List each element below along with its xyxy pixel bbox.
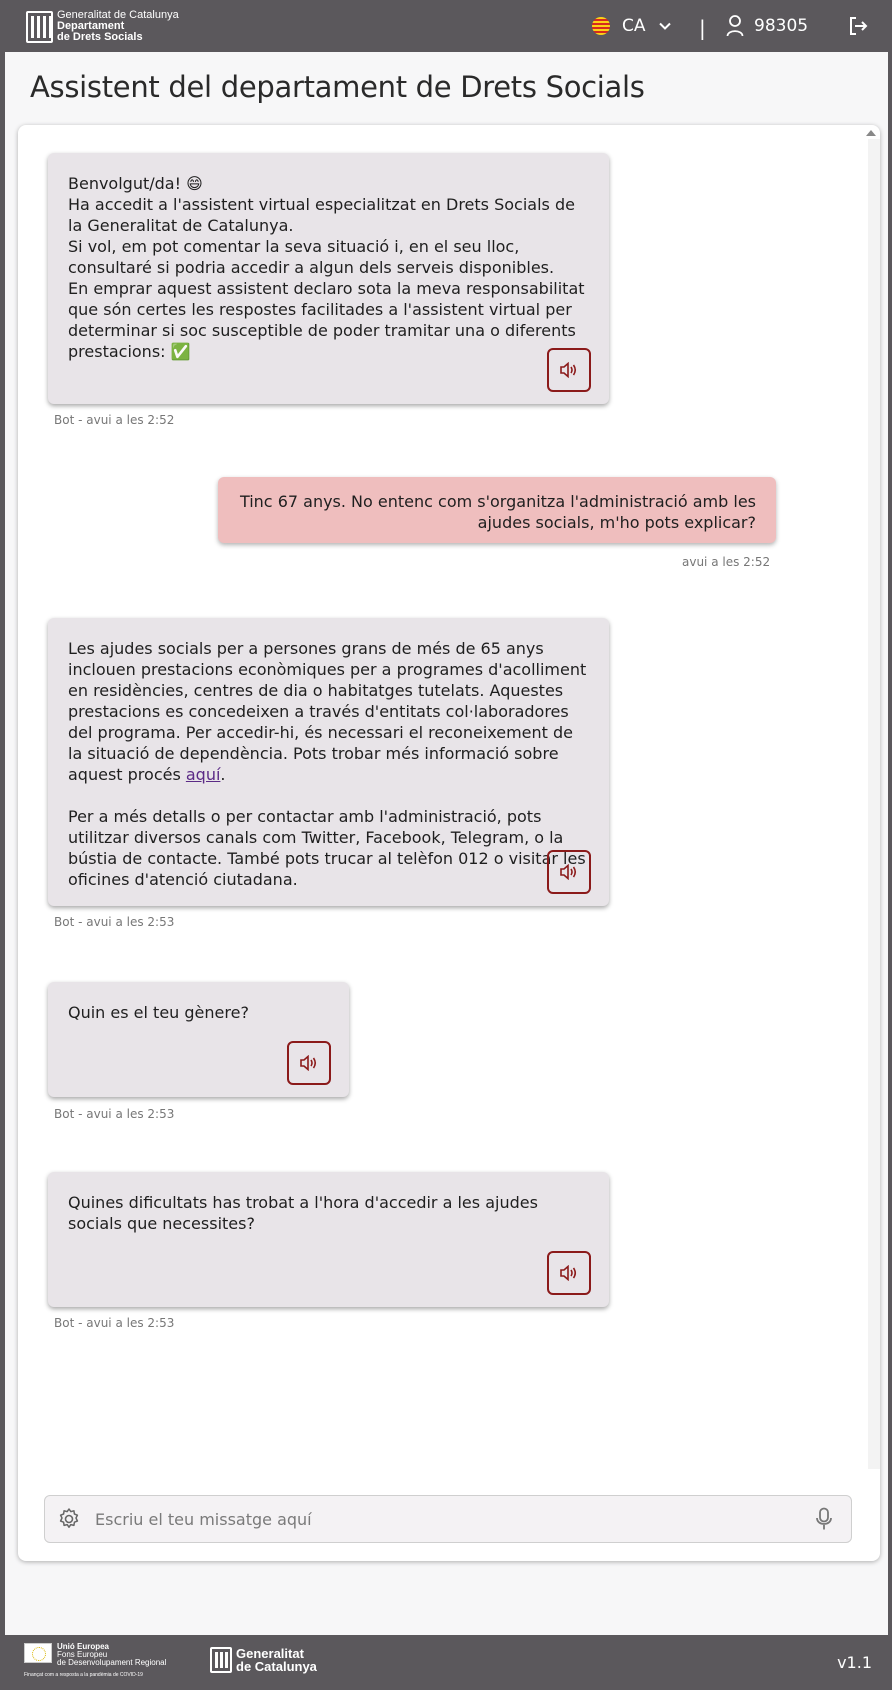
message-input[interactable] — [95, 1509, 815, 1529]
bot-message: Les ajudes socials per a persones grans … — [48, 618, 609, 906]
scroll-up-arrow-icon[interactable] — [866, 130, 876, 136]
speaker-icon — [560, 362, 577, 378]
speaker-icon — [560, 1265, 577, 1281]
chat-panel: Benvolgut/da! 😄 Ha accedit a l'assistent… — [18, 125, 880, 1561]
user-account[interactable]: 98305 — [726, 15, 808, 37]
speaker-button[interactable] — [547, 348, 591, 392]
app-version: v1.1 — [837, 1653, 872, 1672]
bot-message: Quines dificultats has trobat a l'hora d… — [48, 1172, 609, 1307]
user-message: Tinc 67 anys. No entenc com s'organitza … — [218, 477, 776, 543]
message-text: Tinc 67 anys. No entenc com s'organitza … — [239, 492, 756, 532]
footer-generalitat-logo: Generalitat de Catalunya — [210, 1647, 317, 1673]
user-icon — [726, 15, 744, 37]
logout-icon — [850, 17, 868, 35]
page-title: Assistent del departament de Drets Socia… — [30, 70, 645, 104]
message-meta: Bot - avui a les 2:53 — [54, 915, 175, 929]
generalitat-emblem-icon — [210, 1647, 232, 1673]
speaker-icon — [560, 864, 577, 880]
speaker-button[interactable] — [547, 1251, 591, 1295]
generalitat-logo[interactable]: Generalitat de Catalunya Departament de … — [26, 10, 179, 43]
language-label: CA — [622, 16, 646, 36]
message-meta: Bot - avui a les 2:53 — [54, 1107, 175, 1121]
message-text: Benvolgut/da! 😄 Ha accedit a l'assistent… — [68, 174, 585, 361]
eu-funding-note: Finançat com a resposta a la pandèmia de… — [24, 1672, 143, 1678]
header-separator: | — [699, 16, 706, 40]
eu-line-3: de Desenvolupament Regional — [57, 1658, 167, 1667]
eu-logo: Unió Europea Fons Europeu de Desenvolupa… — [24, 1643, 166, 1667]
message-composer — [44, 1495, 852, 1543]
speaker-button[interactable] — [287, 1041, 331, 1085]
bot-message: Benvolgut/da! 😄 Ha accedit a l'assistent… — [48, 153, 609, 404]
gear-icon[interactable] — [57, 1507, 81, 1531]
generalitat-emblem-icon — [26, 10, 53, 43]
message-meta: Bot - avui a les 2:53 — [54, 1316, 175, 1330]
logout-button[interactable] — [848, 16, 868, 40]
message-meta: avui a les 2:52 — [682, 555, 771, 569]
top-bar: Generalitat de Catalunya Departament de … — [5, 0, 888, 52]
message-text: Les ajudes socials per a persones grans … — [68, 639, 587, 784]
language-selector[interactable]: CA — [592, 16, 672, 36]
chevron-down-icon — [658, 22, 671, 30]
message-text: Per a més detalls o per contactar amb l'… — [68, 807, 586, 889]
logo-line-3: de Drets Socials — [57, 31, 143, 43]
app-frame: Generalitat de Catalunya Departament de … — [5, 0, 888, 1690]
eu-flag-icon — [24, 1643, 52, 1663]
footer-gen-line-2: de Catalunya — [236, 1659, 317, 1674]
catalan-flag-icon — [592, 17, 610, 35]
message-text: Quin es el teu gènere? — [68, 1003, 249, 1022]
speaker-icon — [300, 1055, 317, 1071]
speaker-button[interactable] — [547, 850, 591, 894]
message-meta: Bot - avui a les 2:52 — [54, 413, 175, 427]
bot-message: Quin es el teu gènere? — [48, 982, 349, 1097]
microphone-icon[interactable] — [815, 1507, 833, 1531]
more-info-link[interactable]: aquí — [186, 765, 221, 784]
footer: Unió Europea Fons Europeu de Desenvolupa… — [5, 1635, 888, 1690]
scrollbar-track[interactable] — [868, 139, 880, 1469]
user-id: 98305 — [754, 16, 809, 36]
message-text: Quines dificultats has trobat a l'hora d… — [68, 1193, 538, 1233]
